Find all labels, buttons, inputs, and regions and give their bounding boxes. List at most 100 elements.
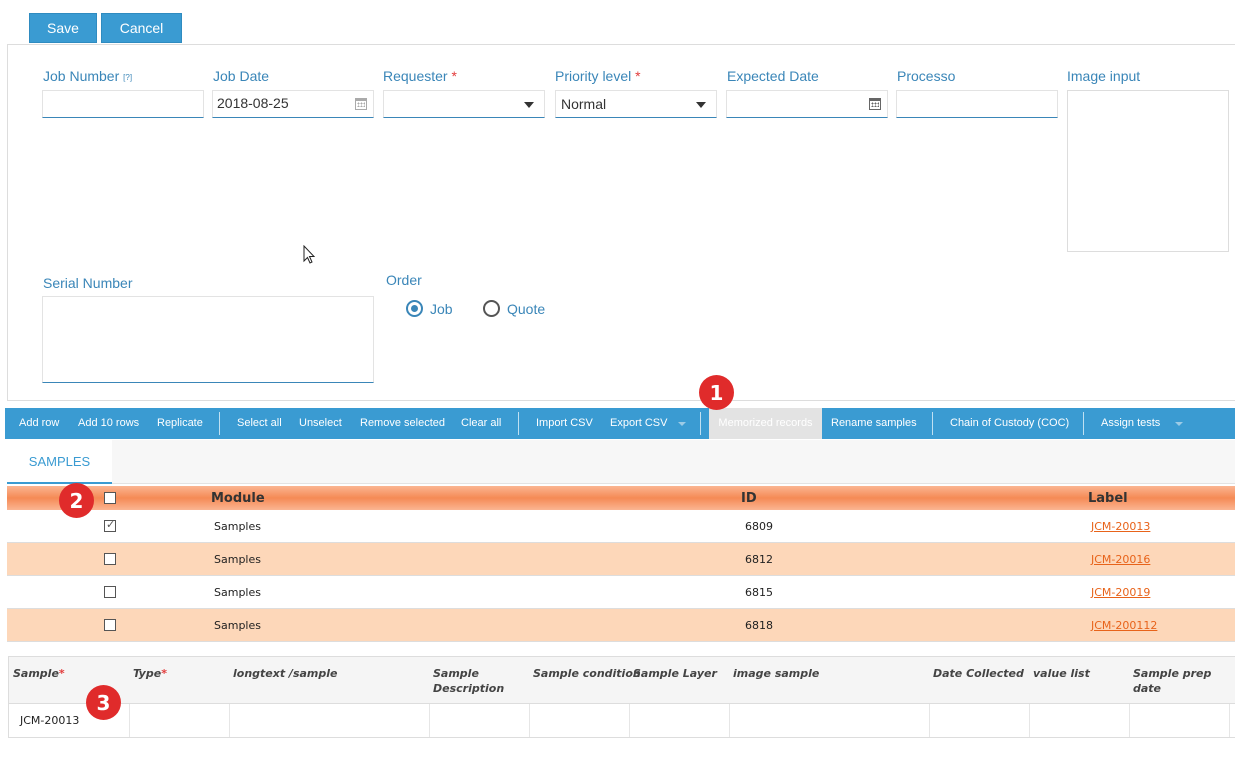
add-row-button[interactable]: Add row <box>19 408 59 439</box>
cell-date-collected[interactable] <box>929 704 1029 737</box>
expected-date-input[interactable] <box>726 90 888 118</box>
expected-date-label: Expected Date <box>727 68 819 84</box>
cell-value-list[interactable] <box>1029 704 1129 737</box>
chevron-down-icon <box>524 102 534 108</box>
column-header-type-text: Type <box>133 667 162 680</box>
toolbar-divider <box>219 412 220 435</box>
tab-strip <box>7 440 1235 484</box>
cell-image-sample[interactable] <box>729 704 929 737</box>
job-number-input[interactable] <box>42 90 204 118</box>
priority-level-select[interactable]: Normal <box>555 90 717 118</box>
sample-table-row[interactable]: JCM-20013 <box>8 704 1235 738</box>
priority-level-label: Priority level * <box>555 68 641 84</box>
cell-label-link[interactable]: JCM-200112 <box>1091 619 1157 632</box>
grid-header: Module ID Label <box>7 486 1235 510</box>
mouse-cursor-icon <box>303 245 316 264</box>
export-csv-button[interactable]: Export CSV <box>610 408 667 439</box>
requester-label: Requester * <box>383 68 457 84</box>
requester-select[interactable] <box>383 90 545 118</box>
cell-module: Samples <box>214 553 261 566</box>
clear-all-button[interactable]: Clear all <box>461 408 501 439</box>
toolbar-divider <box>1083 412 1084 435</box>
cancel-button[interactable]: Cancel <box>101 13 182 43</box>
table-row[interactable]: Samples 6818 JCM-200112 <box>7 609 1235 642</box>
serial-number-textarea[interactable] <box>42 296 374 383</box>
chain-of-custody-button[interactable]: Chain of Custody (COC) <box>950 408 1069 439</box>
toolbar-divider <box>932 412 933 435</box>
cell-sample-description[interactable] <box>429 704 529 737</box>
cell-sample-layer[interactable] <box>629 704 729 737</box>
select-all-button[interactable]: Select all <box>237 408 282 439</box>
processo-label: Processo <box>897 68 956 84</box>
chevron-down-icon <box>696 102 706 108</box>
processo-input[interactable] <box>896 90 1058 118</box>
cell-module: Samples <box>214 586 261 599</box>
column-header-date-collected: Date Collected <box>933 667 1024 680</box>
order-quote-label[interactable]: Quote <box>507 301 545 317</box>
cell-type[interactable] <box>129 704 229 737</box>
column-header-image-sample: image sample <box>733 667 820 680</box>
cell-sample[interactable]: JCM-20013 <box>20 714 79 727</box>
image-input-label: Image input <box>1067 68 1141 84</box>
row-checkbox[interactable] <box>104 619 116 631</box>
required-marker: * <box>451 68 457 84</box>
chevron-down-icon[interactable] <box>678 422 686 426</box>
cell-sample-condition[interactable] <box>529 704 629 737</box>
cell-overflow[interactable] <box>1229 704 1235 737</box>
tab-samples[interactable]: SAMPLES <box>7 440 112 484</box>
sample-table-header: Sample* Type* longtext /sample Sample De… <box>8 656 1235 704</box>
annotation-badge-1: 1 <box>699 375 734 410</box>
priority-level-label-text: Priority level <box>555 68 632 84</box>
save-button[interactable]: Save <box>29 13 97 43</box>
serial-number-label: Serial Number <box>43 275 133 291</box>
column-header-sample-text: Sample <box>13 667 59 680</box>
cell-id: 6812 <box>745 553 773 566</box>
priority-level-value: Normal <box>561 96 607 112</box>
cell-label-link[interactable]: JCM-20019 <box>1091 586 1150 599</box>
rename-samples-button[interactable]: Rename samples <box>831 408 917 439</box>
select-all-checkbox[interactable] <box>104 492 116 504</box>
job-date-value: 2018-08-25 <box>217 95 289 111</box>
help-icon[interactable]: [?] <box>123 73 132 82</box>
order-label: Order <box>386 272 422 288</box>
required-marker: * <box>161 667 167 680</box>
column-header-module[interactable]: Module <box>211 491 265 506</box>
order-job-label[interactable]: Job <box>430 301 453 317</box>
cell-label-link[interactable]: JCM-20016 <box>1091 553 1150 566</box>
cell-id: 6818 <box>745 619 773 632</box>
cell-longtext[interactable] <box>229 704 429 737</box>
cell-label-link[interactable]: JCM-20013 <box>1091 520 1150 533</box>
column-header-id[interactable]: ID <box>741 491 757 506</box>
import-csv-button[interactable]: Import CSV <box>536 408 593 439</box>
replicate-button[interactable]: Replicate <box>157 408 203 439</box>
annotation-badge-3: 3 <box>86 685 121 720</box>
order-quote-radio[interactable] <box>483 300 500 317</box>
memorized-records-button[interactable]: Memorized records <box>709 408 822 439</box>
samples-toolbar: Add row Add 10 rows Replicate Select all… <box>5 408 1235 439</box>
toolbar-divider <box>700 412 701 435</box>
unselect-button[interactable]: Unselect <box>299 408 342 439</box>
cell-sample-prep-date[interactable] <box>1129 704 1229 737</box>
job-date-input[interactable]: 2018-08-25 <box>212 90 374 118</box>
calendar-icon[interactable] <box>355 98 367 110</box>
column-header-sample-layer: Sample Layer <box>633 667 717 680</box>
row-checkbox[interactable] <box>104 586 116 598</box>
toolbar-divider <box>518 412 519 435</box>
column-header-type: Type* <box>133 666 167 681</box>
annotation-badge-2: 2 <box>59 483 94 518</box>
add-10-rows-button[interactable]: Add 10 rows <box>78 408 139 439</box>
chevron-down-icon[interactable] <box>1175 422 1183 426</box>
table-row[interactable]: Samples 6809 JCM-20013 <box>7 510 1235 543</box>
assign-tests-button[interactable]: Assign tests <box>1101 408 1160 439</box>
image-input-dropzone[interactable] <box>1067 90 1229 252</box>
table-row[interactable]: Samples 6815 JCM-20019 <box>7 576 1235 609</box>
row-checkbox[interactable] <box>104 553 116 565</box>
column-header-label[interactable]: Label <box>1088 491 1128 506</box>
calendar-icon[interactable] <box>869 98 881 110</box>
column-header-sample-description: Sample Description <box>433 667 505 695</box>
column-header-sample-prep-date: Sample prep date <box>1133 667 1212 695</box>
table-row[interactable]: Samples 6812 JCM-20016 <box>7 543 1235 576</box>
order-job-radio[interactable] <box>406 300 423 317</box>
remove-selected-button[interactable]: Remove selected <box>360 408 445 439</box>
row-checkbox[interactable] <box>104 518 116 532</box>
